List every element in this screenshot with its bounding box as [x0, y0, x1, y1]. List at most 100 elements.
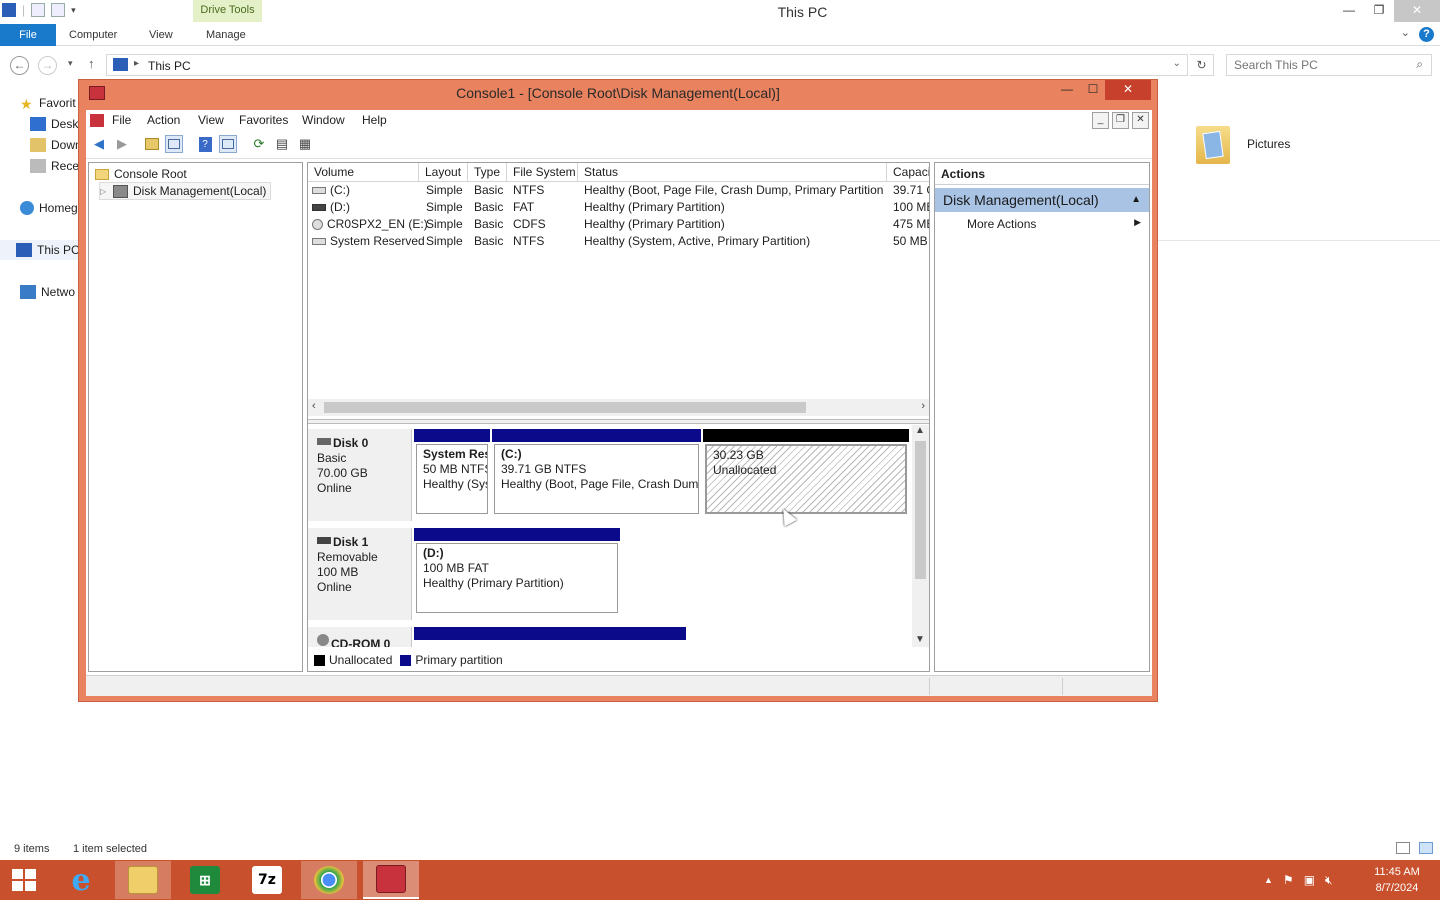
recent-locations-icon[interactable]: ▾	[68, 58, 73, 69]
scroll-down-icon[interactable]: ▼	[915, 634, 925, 645]
column-header-layout[interactable]: Layout	[419, 163, 468, 182]
column-header-capacity[interactable]: Capaci	[887, 163, 929, 182]
partition-cdrom[interactable]	[414, 627, 686, 640]
tab-computer[interactable]: Computer	[69, 24, 117, 46]
address-dropdown-icon[interactable]: ⌄	[1173, 58, 1181, 69]
actions-group-disk-management[interactable]: Disk Management(Local) ▲	[935, 188, 1149, 212]
disk-label[interactable]: CD-ROM 0	[308, 627, 412, 647]
minimize-button[interactable]: —	[1334, 0, 1364, 22]
forward-button[interactable]: →	[38, 56, 57, 75]
close-button[interactable]: ✕	[1394, 0, 1440, 22]
collapse-up-icon[interactable]: ▲	[1131, 188, 1141, 212]
column-header-status[interactable]: Status	[578, 163, 887, 182]
restore-button[interactable]: ❐	[1364, 0, 1394, 22]
pictures-folder-label[interactable]: Pictures	[1247, 137, 1290, 151]
up-folder-icon[interactable]	[143, 135, 161, 153]
expand-arrow-icon[interactable]: ▷	[100, 187, 108, 196]
properties-sheet-icon[interactable]: ▤	[273, 135, 291, 153]
pictures-folder-icon[interactable]	[1196, 120, 1236, 168]
taskbar-chrome[interactable]	[301, 861, 357, 899]
taskbar-internet-explorer[interactable]: e	[53, 861, 109, 899]
scrollbar-thumb[interactable]	[915, 441, 926, 579]
table-row[interactable]: System Reserved Simple Basic NTFS Health…	[308, 233, 929, 250]
table-row[interactable]: (C:) Simple Basic NTFS Healthy (Boot, Pa…	[308, 182, 929, 199]
scroll-up-icon[interactable]: ▲	[915, 425, 925, 436]
mmc-minimize-button[interactable]: —	[1057, 80, 1077, 100]
network-status-icon[interactable]: ▣	[1304, 873, 1315, 887]
child-close-button[interactable]: ✕	[1132, 112, 1149, 129]
child-minimize-button[interactable]: _	[1092, 112, 1109, 129]
table-row[interactable]: (D:) Simple Basic FAT Healthy (Primary P…	[308, 199, 929, 216]
scroll-left-icon[interactable]: ‹	[312, 400, 316, 412]
disk-label[interactable]: Disk 0 Basic 70.00 GB Online	[308, 429, 412, 521]
mmc-maximize-button[interactable]: ☐	[1083, 80, 1103, 100]
tree-node-console-root[interactable]: Console Root	[95, 165, 187, 183]
taskbar-store[interactable]: ⊞	[177, 861, 233, 899]
menu-view[interactable]: View	[198, 113, 224, 127]
tab-file[interactable]: File	[0, 24, 56, 46]
nav-item-desktop[interactable]: Deskt	[30, 114, 82, 134]
pane-splitter[interactable]	[308, 419, 929, 424]
back-arrow-icon[interactable]: ◀	[90, 135, 108, 153]
more-actions-item[interactable]: More Actions	[967, 217, 1036, 231]
export-list-icon[interactable]: ▦	[296, 135, 314, 153]
nav-item-homegroup[interactable]: Homeg	[20, 198, 78, 218]
search-box[interactable]: ⌕	[1226, 54, 1432, 76]
tree-node-disk-management[interactable]: ▷ Disk Management(Local)	[99, 182, 272, 200]
column-header-type[interactable]: Type	[468, 163, 507, 182]
tab-view[interactable]: View	[149, 24, 173, 46]
show-hide-action-pane-icon[interactable]	[219, 135, 237, 153]
up-arrow-icon[interactable]: ↑	[88, 56, 95, 71]
menu-window[interactable]: Window	[302, 113, 345, 127]
refresh-icon[interactable]: ⟳	[250, 135, 268, 153]
address-field[interactable]: ▸ This PC ⌄	[106, 54, 1188, 76]
back-button[interactable]: ←	[10, 56, 29, 75]
forward-arrow-icon[interactable]: ▶	[113, 135, 131, 153]
show-hide-tree-icon[interactable]	[165, 135, 183, 153]
refresh-button[interactable]: ↻	[1190, 54, 1214, 76]
search-icon[interactable]: ⌕	[1416, 57, 1423, 72]
nav-item-network[interactable]: Netwo	[20, 282, 75, 302]
partition-system-reserved[interactable]: System Res 50 MB NTFS Healthy (Sys	[414, 429, 490, 514]
menu-action[interactable]: Action	[147, 113, 180, 127]
help-book-icon[interactable]: ?	[196, 135, 214, 153]
menu-favorites[interactable]: Favorites	[239, 113, 288, 127]
large-icons-view-icon[interactable]	[1419, 842, 1433, 854]
taskbar-computer-management[interactable]	[363, 861, 419, 899]
mmc-close-button[interactable]: ✕	[1105, 80, 1151, 100]
column-header-file-system[interactable]: File System	[507, 163, 578, 182]
expand-ribbon-icon[interactable]: ⌄	[1401, 26, 1410, 39]
taskbar-clock[interactable]: 11:45 AM 8/7/2024	[1366, 864, 1428, 896]
nav-item-favorites[interactable]: ★ Favorit	[20, 93, 76, 113]
nav-item-downloads[interactable]: Down	[30, 135, 82, 155]
partition-c[interactable]: (C:) 39.71 GB NTFS Healthy (Boot, Page F…	[492, 429, 701, 514]
disk-label[interactable]: Disk 1 Removable 100 MB Online	[308, 528, 412, 620]
breadcrumb-chevron-icon[interactable]: ▸	[134, 58, 139, 69]
horizontal-scrollbar[interactable]: ‹ ›	[308, 399, 929, 416]
breadcrumb[interactable]: This PC	[148, 59, 191, 73]
scrollbar-thumb[interactable]	[324, 402, 806, 413]
help-icon[interactable]: ?	[1419, 27, 1434, 42]
volume-muted-icon[interactable]: 🔇︎	[1325, 873, 1333, 888]
action-center-flag-icon[interactable]: ⚑	[1283, 873, 1294, 887]
details-view-icon[interactable]	[1396, 842, 1410, 854]
taskbar-7zip[interactable]: 7z	[239, 861, 295, 899]
table-row[interactable]: CR0SPX2_EN (E:) Simple Basic CDFS Health…	[308, 216, 929, 233]
menu-help[interactable]: Help	[362, 113, 387, 127]
partition-d[interactable]: (D:) 100 MB FAT Healthy (Primary Partiti…	[414, 528, 620, 613]
taskbar-file-explorer[interactable]	[115, 861, 171, 899]
show-hidden-icons-icon[interactable]: ▲	[1264, 875, 1273, 885]
console-document-icon[interactable]	[90, 114, 104, 127]
partition-status: Healthy (Sys	[423, 477, 488, 491]
partition-unallocated[interactable]: 30.23 GB Unallocated	[703, 429, 909, 514]
scroll-right-icon[interactable]: ›	[921, 400, 925, 412]
start-button[interactable]	[12, 869, 38, 893]
child-restore-button[interactable]: ❐	[1112, 112, 1129, 129]
nav-item-this-pc[interactable]: This PC	[0, 240, 80, 260]
submenu-arrow-icon[interactable]: ▶	[1134, 217, 1141, 228]
column-header-volume[interactable]: Volume	[308, 163, 419, 182]
menu-file[interactable]: File	[112, 113, 131, 127]
tab-manage[interactable]: Manage	[206, 24, 246, 46]
vertical-scrollbar[interactable]: ▲ ▼	[912, 425, 929, 647]
search-input[interactable]	[1234, 55, 1404, 75]
